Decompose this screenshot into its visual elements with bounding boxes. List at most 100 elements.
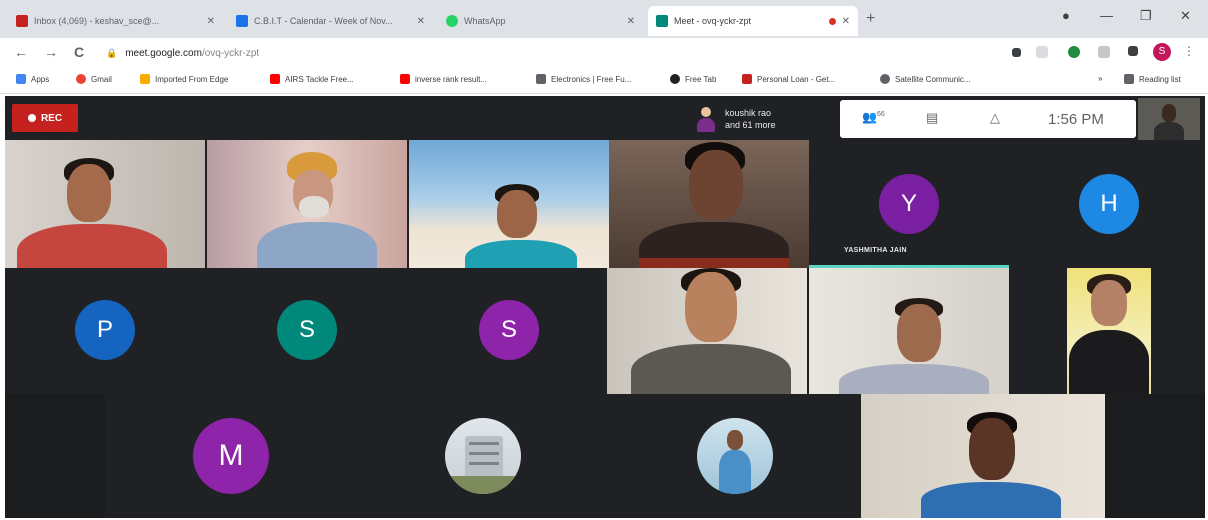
bookmark-label: Apps (31, 74, 50, 84)
activities-icon[interactable]: △ (990, 110, 1000, 126)
participant-photo-avatar (445, 418, 521, 494)
calendar-icon (236, 15, 248, 27)
chat-icon[interactable]: ▤ (926, 110, 938, 126)
extension-icon[interactable] (1098, 46, 1110, 58)
close-icon[interactable]: ✕ (627, 16, 635, 27)
participant-video-tile[interactable] (609, 140, 809, 268)
participant-avatar: Y (879, 174, 939, 234)
people-icon[interactable]: 👥66 (862, 110, 885, 124)
bookmark-personal-loan[interactable]: Personal Loan - Get... (742, 74, 835, 84)
globe-icon (670, 74, 680, 84)
youtube-icon (270, 74, 280, 84)
meet-video-grid: REC koushik rao and 61 more 👥66 ▤ △ 1:56… (5, 96, 1205, 518)
bookmark-label: Imported From Edge (155, 74, 229, 84)
camera-icon[interactable] (1012, 48, 1021, 57)
extension-green-icon[interactable] (1068, 46, 1080, 58)
participant-tile[interactable] (357, 394, 609, 518)
close-icon[interactable]: ✕ (207, 16, 215, 27)
bookmark-free-tab[interactable]: Free Tab (670, 74, 716, 84)
bookmark-gmail[interactable]: Gmail (76, 74, 112, 84)
bookmark-folder-edge[interactable]: Imported From Edge (140, 74, 228, 84)
self-view-video[interactable] (1138, 98, 1200, 140)
participant-tile[interactable]: S (207, 268, 407, 394)
tab-whatsapp[interactable]: WhatsApp ✕ (438, 6, 643, 36)
participant-tile[interactable]: S (409, 268, 609, 394)
participant-video-tile[interactable] (861, 394, 1105, 518)
tab-calendar[interactable]: C.B.I.T - Calendar - Week of Nov... ✕ (228, 6, 433, 36)
meeting-clock: 1:56 PM (1048, 111, 1104, 128)
tab-meet[interactable]: Meet - ovq-yckr-zpt ✕ (648, 6, 858, 36)
participant-video-tile[interactable] (409, 140, 609, 268)
lock-icon: 🔒 (106, 47, 118, 58)
participant-avatar: H (1079, 174, 1139, 234)
tab-gmail[interactable]: Inbox (4,069) - keshav_sce@... ✕ (8, 6, 223, 36)
gmail-icon (16, 15, 28, 27)
participant-avatar: S (277, 300, 337, 360)
empty-tile (1105, 394, 1205, 518)
chart-icon (536, 74, 546, 84)
participant-tile-yashmitha[interactable]: Y YASHMITHA JAIN (809, 140, 1009, 268)
tab-title: Meet - ovq-yckr-zpt (674, 16, 752, 26)
star-icon[interactable] (1036, 46, 1048, 58)
participant-video-tile[interactable] (207, 140, 407, 268)
folder-icon (140, 74, 150, 84)
bookmarks-overflow-icon[interactable]: » (1098, 74, 1102, 83)
bookmark-inverse-rank[interactable]: inverse rank result... (400, 74, 487, 84)
participant-avatar: P (75, 300, 135, 360)
whatsapp-icon (446, 15, 458, 27)
presenter-others: and 61 more (725, 120, 776, 130)
rec-label: REC (40, 112, 63, 124)
address-toolbar: ← → C 🔒 meet.google.com/ovq-yckr-zpt S ⋮ (0, 38, 1208, 68)
participant-tile[interactable]: M (105, 394, 357, 518)
participant-video-tile[interactable] (1009, 268, 1205, 394)
bookmark-apps[interactable]: Apps (16, 74, 49, 84)
more-menu-icon[interactable]: ⋮ (1183, 44, 1195, 58)
participant-tile[interactable]: H (1009, 140, 1205, 268)
bookmark-label: Free Tab (685, 74, 717, 84)
tab-title: Inbox (4,069) - keshav_sce@... (34, 16, 160, 26)
profile-avatar[interactable]: S (1153, 43, 1171, 61)
google-icon (76, 74, 86, 84)
close-icon[interactable]: ✕ (417, 16, 425, 27)
url-host: meet.google.com (125, 47, 202, 59)
participant-avatar: S (479, 300, 539, 360)
presenter-name: koushik rao (725, 108, 772, 118)
presenter-avatar (695, 106, 717, 132)
bookmark-label: Electronics | Free Fu... (551, 74, 632, 84)
empty-tile (5, 394, 105, 518)
url-path: /ovq-yckr-zpt (201, 47, 260, 59)
bookmark-electronics[interactable]: Electronics | Free Fu... (536, 74, 631, 84)
reload-button[interactable]: C (74, 44, 84, 60)
participant-video-tile[interactable] (809, 268, 1009, 394)
back-button[interactable]: ← (14, 44, 28, 60)
restore-button[interactable]: ❐ (1140, 8, 1152, 24)
bookmark-label: Satellite Communic... (895, 74, 971, 84)
browser-tab-strip: Inbox (4,069) - keshav_sce@... ✕ C.B.I.T… (0, 0, 1208, 38)
participant-tile[interactable] (609, 394, 861, 518)
account-circle-icon[interactable]: ● (1062, 8, 1070, 23)
bookmark-label: AIRS Tackle Free... (285, 74, 354, 84)
minimize-button[interactable]: — (1100, 8, 1113, 23)
close-icon[interactable]: ✕ (842, 16, 850, 27)
bookmarks-bar: Apps Gmail Imported From Edge AIRS Tackl… (0, 68, 1208, 94)
forward-button[interactable]: → (44, 44, 58, 60)
presenter-info[interactable]: koushik rao and 61 more (695, 102, 835, 136)
bookmark-label: inverse rank result... (415, 74, 488, 84)
url-bar[interactable]: 🔒 meet.google.com/ovq-yckr-zpt (106, 43, 986, 63)
participant-video-tile[interactable] (5, 140, 205, 268)
bookmark-label: Reading list (1139, 74, 1181, 84)
meet-top-controls: 👥66 ▤ △ 1:56 PM (840, 100, 1136, 138)
youtube-icon (400, 74, 410, 84)
meet-icon (656, 15, 668, 27)
reading-list[interactable]: Reading list (1124, 74, 1181, 84)
puzzle-icon[interactable] (1128, 46, 1138, 56)
participant-tile[interactable]: P (5, 268, 205, 394)
tab-title: WhatsApp (464, 16, 506, 26)
close-window-button[interactable]: ✕ (1180, 8, 1191, 24)
people-count: 66 (876, 111, 885, 118)
participant-avatar: M (193, 418, 269, 494)
new-tab-button[interactable]: + (866, 10, 875, 28)
bookmark-airs[interactable]: AIRS Tackle Free... (270, 74, 354, 84)
participant-video-tile[interactable] (607, 268, 807, 394)
bookmark-satellite[interactable]: Satellite Communic... (880, 74, 971, 84)
